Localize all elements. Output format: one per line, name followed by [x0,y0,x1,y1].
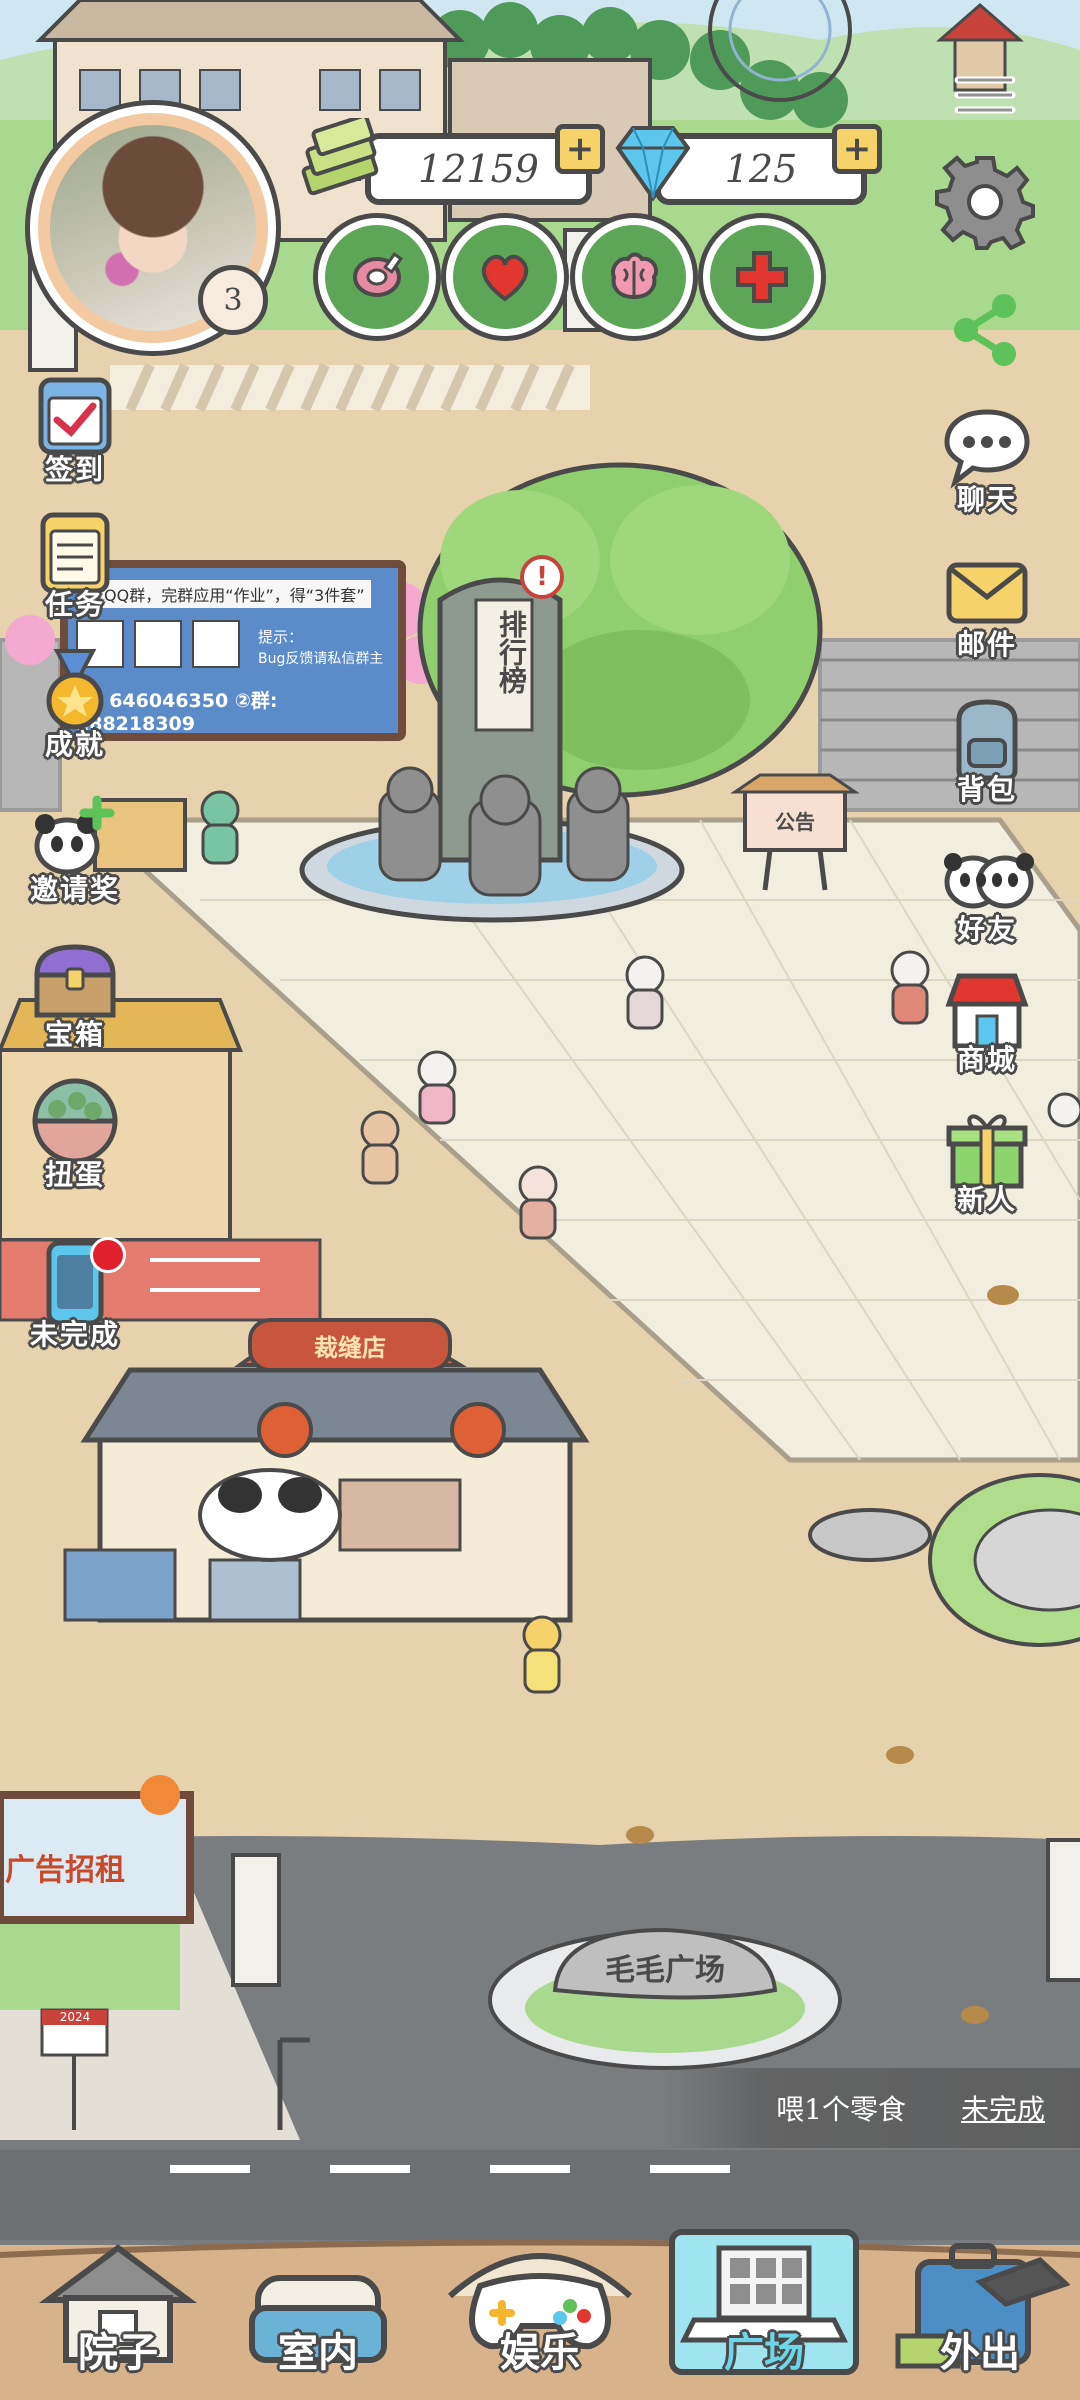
nav-plaza-label: 广场 [724,2329,804,2376]
brain-icon [611,252,659,300]
ranking-sign[interactable]: 排行榜 [480,610,528,694]
hamburger-menu-icon[interactable] [950,70,1020,120]
nav-outing-label: 外出 [940,2329,1020,2376]
add-coins-button[interactable]: + [555,124,605,174]
shop-label: 商城 [956,1043,1017,1076]
coin-amount: 12159 [418,147,539,191]
notification-dot [90,1237,126,1273]
checkin-label: 签到 [44,453,105,486]
add-diamonds-button[interactable]: + [832,124,882,174]
share-icon [954,294,1016,366]
nav-entertainment-label: 娱乐 [500,2329,580,2376]
gashapon-button[interactable]: 扭蛋 [20,1075,130,1193]
notice-board-sign[interactable]: 公告 [760,806,830,835]
daily-task-banner[interactable]: 喂1个零食 未完成 [660,2068,1080,2148]
settings-button[interactable] [935,150,1035,251]
diamond-icon [608,120,698,205]
task-status-link[interactable]: 未完成 [961,2088,1045,2128]
mood-stat-button[interactable] [446,218,564,336]
chat-button[interactable]: 聊天 [932,400,1042,518]
board-hint-body: Bug反馈请私信群主 [258,651,384,667]
board-line1: QQ群，完群应用“作业”，得“3件套” [98,580,371,608]
ad-board-sign[interactable]: 广告招租 [5,1845,165,1889]
treasure-chest-button[interactable]: 宝箱 [20,935,130,1053]
invite-reward-button[interactable]: 邀请奖 [20,790,130,908]
heart-icon [481,254,529,302]
unfinished-button[interactable]: 未完成 [20,1235,130,1353]
nav-yard-label: 院子 [78,2329,158,2376]
nav-indoor[interactable]: 室内 [218,2240,418,2400]
tailor-shop-sign[interactable]: 裁缝店 [255,1328,445,1363]
nav-plaza[interactable]: 广场 [664,2229,864,2400]
achievements-label: 成就 [44,728,105,761]
ranking-alert-icon: ! [520,555,564,599]
medical-cross-icon [736,251,788,303]
game-scene: 排行榜 ! 公告 裁缝店 毛毛广场 广告招租 2024 QQ群，完群应用“作业”… [0,0,1080,2400]
mail-button[interactable]: 邮件 [932,545,1042,663]
year-sign: 2024 [59,2010,91,2024]
unfinished-label: 未完成 [29,1318,120,1351]
nav-outing[interactable]: 外出 [880,2240,1080,2400]
shop-button[interactable]: 商城 [932,960,1042,1078]
intelligence-stat-button[interactable] [575,218,693,336]
tasks-label: 任务 [44,588,105,621]
food-stat-button[interactable] [318,218,436,336]
friends-button[interactable]: 好友 [932,830,1042,948]
tasks-button[interactable]: 任务 [20,505,130,623]
meat-icon [353,252,403,297]
chat-label: 聊天 [956,483,1017,516]
gashapon-label: 扭蛋 [44,1158,105,1191]
newbie-gift-button[interactable]: 新人 [932,1100,1042,1218]
plaza-map [0,0,1080,2400]
diamond-amount: 125 [724,147,798,191]
backpack-label: 背包 [956,773,1017,806]
nav-indoor-label: 室内 [278,2329,358,2376]
share-button[interactable] [948,290,1023,370]
plaza-stone-sign: 毛毛广场 [605,1953,725,1988]
achievements-button[interactable]: 成就 [20,645,130,763]
board-hint-title: 提示： [258,628,304,646]
backpack-button[interactable]: 背包 [932,690,1042,808]
task-text: 喂1个零食 [776,2093,906,2126]
bottom-navigation: 院子 室内 娱乐 广场 外出 [0,2229,1080,2400]
friends-label: 好友 [956,913,1017,946]
nav-entertainment[interactable]: 娱乐 [440,2240,640,2400]
mail-label: 邮件 [956,628,1017,661]
treasure-chest-label: 宝箱 [44,1018,105,1051]
checkin-button[interactable]: 签到 [20,370,130,488]
gear-icon [935,155,1035,251]
invite-reward-label: 邀请奖 [29,873,120,906]
nav-yard[interactable]: 院子 [18,2240,218,2400]
health-stat-button[interactable] [703,218,821,336]
level-badge: 3 [198,265,268,335]
coin-stack-icon [295,114,385,198]
newbie-gift-label: 新人 [956,1183,1017,1216]
